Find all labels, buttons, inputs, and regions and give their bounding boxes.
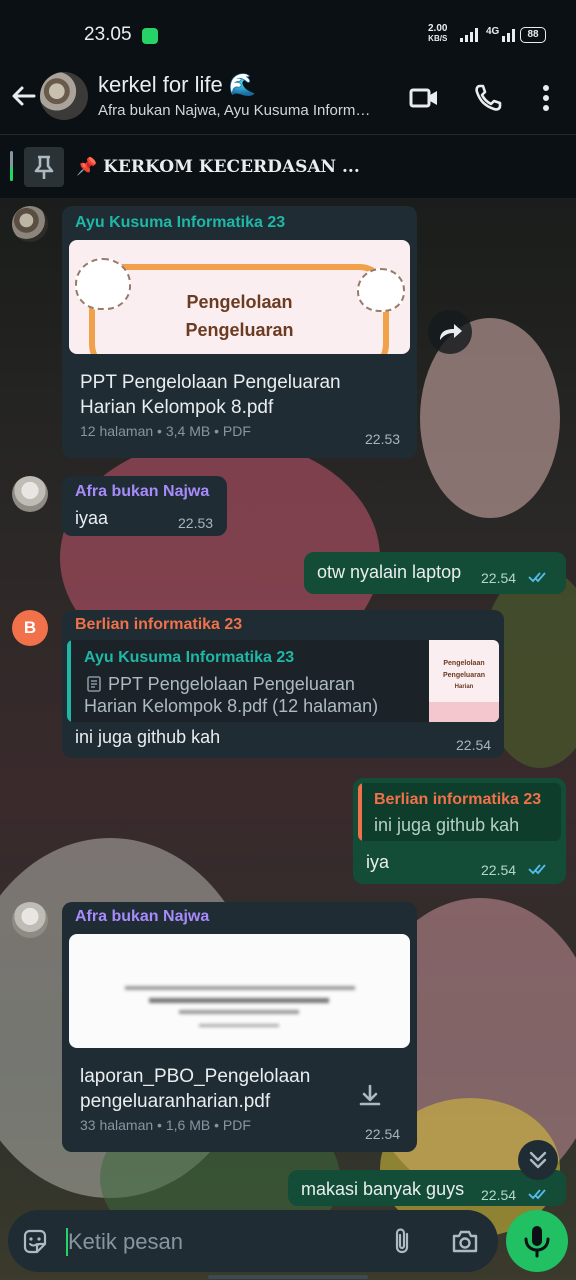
download-icon[interactable] xyxy=(356,1082,384,1110)
message-body: makasi banyak guys xyxy=(301,1179,465,1199)
network-type: 4G xyxy=(486,26,500,37)
back-arrow-icon[interactable] xyxy=(8,80,40,112)
quote-text: ini juga github kah xyxy=(374,815,520,835)
sender-name: Afra bukan Najwa xyxy=(75,908,210,925)
message-time: 22.54 xyxy=(481,1187,517,1203)
avatar[interactable] xyxy=(12,902,48,938)
message-outgoing-reply[interactable]: Berlian informatika 23 ini juga github k… xyxy=(353,778,566,884)
message-composer[interactable]: Ketik pesan xyxy=(8,1210,498,1272)
status-bar: 23.05 2.00 KB/S 4G 88 xyxy=(0,0,576,62)
avatar[interactable] xyxy=(12,476,48,512)
message-body: otw nyalain laptop xyxy=(317,562,462,582)
sender-name: Afra bukan Najwa xyxy=(75,483,210,500)
camera-icon[interactable] xyxy=(450,1226,480,1256)
network-speed: 2.00 KB/S xyxy=(428,23,448,44)
read-ticks-icon xyxy=(528,864,546,875)
document-meta: 33 halaman • 1,6 MB • PDF xyxy=(80,1117,251,1133)
video-call-icon[interactable] xyxy=(408,82,440,114)
quote-thumbnail: Pengelolaan Pengeluaran Harian xyxy=(429,640,499,722)
message-text[interactable]: Afra bukan Najwa iyaa 22.53 xyxy=(62,476,227,536)
message-document-report[interactable]: Afra bukan Najwa laporan_PBO_Pengelolaan… xyxy=(62,902,417,1152)
quote-sender: Berlian informatika 23 xyxy=(374,791,542,808)
message-time: 22.54 xyxy=(456,737,492,753)
message-input[interactable]: Ketik pesan xyxy=(68,1229,183,1255)
pin-indicator-active xyxy=(10,167,13,181)
signal-icon xyxy=(460,28,478,42)
scroll-to-bottom-button[interactable] xyxy=(518,1140,558,1180)
message-time: 22.54 xyxy=(365,1126,401,1142)
quoted-message[interactable]: Berlian informatika 23 ini juga github k… xyxy=(358,783,561,841)
forward-button[interactable] xyxy=(428,310,472,354)
message-body: ini juga github kah xyxy=(75,727,221,747)
group-members[interactable]: Afra bukan Najwa, Ayu Kusuma Inform… xyxy=(98,102,370,119)
attach-icon[interactable] xyxy=(390,1226,416,1256)
gesture-nav-bar xyxy=(208,1275,368,1279)
document-thumbnail[interactable] xyxy=(69,934,410,1048)
chat-header: kerkel for life 🌊 Afra bukan Najwa, Ayu … xyxy=(0,62,576,134)
message-body: iyaa xyxy=(75,508,109,528)
status-time: 23.05 xyxy=(84,24,132,45)
pin-icon xyxy=(34,155,54,179)
voice-message-button[interactable] xyxy=(506,1210,568,1272)
double-chevron-down-icon xyxy=(529,1151,547,1169)
document-meta: 12 halaman • 3,4 MB • PDF xyxy=(80,423,251,439)
sender-name: Ayu Kusuma Informatika 23 xyxy=(75,214,286,231)
avatar[interactable]: B xyxy=(12,610,48,646)
message-time: 22.53 xyxy=(365,431,401,447)
message-time: 22.53 xyxy=(178,515,214,531)
document-thumbnail[interactable]: Pengelolaan Pengeluaran xyxy=(69,240,410,354)
app-notification-icon xyxy=(142,28,158,44)
message-body: iya xyxy=(366,852,390,872)
more-options-icon[interactable] xyxy=(530,82,562,114)
pinned-text: 📌 KERKOM KECERDASAN ... xyxy=(76,157,360,177)
group-title[interactable]: kerkel for life 🌊 xyxy=(98,72,256,98)
message-time: 22.54 xyxy=(481,570,517,586)
group-avatar[interactable] xyxy=(40,72,88,120)
message-time: 22.54 xyxy=(481,862,517,878)
message-outgoing[interactable]: otw nyalain laptop 22.54 xyxy=(304,552,566,594)
quote-sender: Ayu Kusuma Informatika 23 xyxy=(84,649,295,666)
sticker-icon[interactable] xyxy=(20,1227,50,1257)
avatar[interactable] xyxy=(12,206,48,242)
battery-icon: 88 xyxy=(520,27,546,43)
voice-call-icon[interactable] xyxy=(472,82,504,114)
microphone-icon xyxy=(524,1226,550,1258)
document-title: PPT Pengelolaan Pengeluaran Harian Kelom… xyxy=(80,372,341,418)
quoted-message[interactable]: Ayu Kusuma Informatika 23 PPT Pengelolaa… xyxy=(67,640,499,722)
message-reply[interactable]: Berlian informatika 23 Ayu Kusuma Inform… xyxy=(62,610,504,758)
signal-icon-2 xyxy=(502,29,515,42)
sender-name: Berlian informatika 23 xyxy=(75,616,243,633)
quote-text: PPT Pengelolaan Pengeluaran Harian Kelom… xyxy=(84,674,379,716)
message-document-ppt[interactable]: Ayu Kusuma Informatika 23 Pengelolaan Pe… xyxy=(62,206,417,458)
forward-icon xyxy=(440,324,462,340)
pinned-message-bar[interactable]: 📌 KERKOM KECERDASAN ... xyxy=(0,135,576,198)
read-ticks-icon xyxy=(528,1189,546,1200)
read-ticks-icon xyxy=(528,572,546,583)
document-title: laporan_PBO_Pengelolaan pengeluaranharia… xyxy=(80,1066,311,1112)
pin-button[interactable] xyxy=(24,147,64,187)
